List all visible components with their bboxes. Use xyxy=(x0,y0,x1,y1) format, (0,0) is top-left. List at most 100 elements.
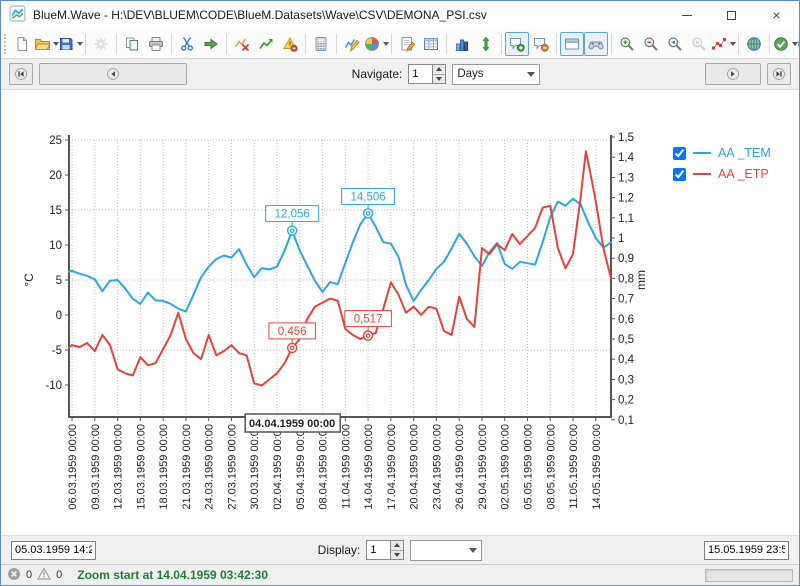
settings-button[interactable] xyxy=(89,32,113,56)
edit-series-button[interactable] xyxy=(395,32,419,56)
callout-label: 0,456 xyxy=(278,326,307,338)
zoom-previous-button[interactable] xyxy=(663,32,687,56)
zoom-extent-icon xyxy=(711,36,727,52)
y-tick-label-right: 0,2 xyxy=(618,395,634,407)
y-tick-label-right: 0,8 xyxy=(618,273,634,285)
nav-prev-button[interactable] xyxy=(39,63,187,85)
toolbar: ? xyxy=(1,29,799,59)
legend-checkbox-etp[interactable] xyxy=(673,168,686,181)
nav-next-button[interactable] xyxy=(705,63,761,85)
fit-vertical-button[interactable] xyxy=(474,32,498,56)
series-line-aa_tem[interactable] xyxy=(69,199,611,312)
chart-properties-button[interactable] xyxy=(340,32,364,56)
print-icon xyxy=(148,36,164,52)
callout-label: 0,517 xyxy=(354,314,383,326)
y-tick-label-left: 20 xyxy=(49,170,62,182)
toolbar-separator xyxy=(446,34,447,54)
chart-type-button[interactable] xyxy=(450,32,474,56)
chart-legend: AA _TEM AA _ETP xyxy=(673,146,771,181)
zoom-extent-button[interactable] xyxy=(711,32,735,56)
analysis-button[interactable] xyxy=(254,32,278,56)
cut-button[interactable] xyxy=(175,32,199,56)
analysis-chart-icon xyxy=(258,36,274,52)
toolbar-separator xyxy=(305,34,306,54)
maximize-button[interactable] xyxy=(709,1,754,29)
edit-document-icon xyxy=(399,36,415,52)
display-down-button[interactable] xyxy=(391,550,403,560)
close-button[interactable]: × xyxy=(754,1,799,29)
cut-scissors-icon xyxy=(179,36,195,52)
open-folder-icon xyxy=(34,36,50,52)
range-start-input[interactable] xyxy=(11,541,96,560)
callout-label: 12,056 xyxy=(275,209,310,221)
globe-button[interactable] xyxy=(742,32,766,56)
display-bar: Display: xyxy=(1,535,799,564)
toolbar-separator xyxy=(336,34,337,54)
x-tick-label: 30.03.1959 00:00 xyxy=(249,424,261,510)
x-tick-label: 11.04.1959 00:00 xyxy=(340,424,352,509)
delete-series-button[interactable] xyxy=(230,32,254,56)
legend-item-tem[interactable]: AA _TEM xyxy=(673,146,771,160)
chevron-down-icon xyxy=(527,72,535,77)
colors-button[interactable] xyxy=(364,32,388,56)
y-tick-label-left: -10 xyxy=(45,380,62,392)
range-end-input[interactable] xyxy=(704,541,789,560)
zoom-out-button[interactable] xyxy=(639,32,663,56)
zoom-next-button[interactable] xyxy=(687,32,711,56)
display-up-button[interactable] xyxy=(391,541,403,550)
calculator-icon xyxy=(313,36,329,52)
settings-gear-icon xyxy=(93,36,109,52)
legend-item-etp[interactable]: AA _ETP xyxy=(673,167,771,181)
warnings-button[interactable] xyxy=(278,32,302,56)
y-tick-label-left: 5 xyxy=(56,275,62,287)
bubble-add-icon xyxy=(509,36,525,52)
toolbar-separator xyxy=(116,34,117,54)
data-point-marker[interactable] xyxy=(288,226,297,235)
data-point-marker[interactable] xyxy=(364,331,373,340)
display-stepper xyxy=(366,540,404,560)
save-button[interactable] xyxy=(58,32,82,56)
status-bar: 0 0 Zoom start at 14.04.1959 03:42:30 xyxy=(1,564,799,585)
zoom-in-button[interactable] xyxy=(615,32,639,56)
chevron-down-icon xyxy=(469,548,477,553)
apply-button[interactable] xyxy=(773,32,797,56)
navigate-unit-select[interactable]: Days xyxy=(452,64,540,85)
navigate-down-button[interactable] xyxy=(433,74,445,84)
toolbar-separator xyxy=(501,34,502,54)
navigate-up-button[interactable] xyxy=(433,65,445,74)
warning-icon xyxy=(37,567,51,584)
x-tick-label: 18.03.1959 00:00 xyxy=(158,424,170,510)
data-point-marker[interactable] xyxy=(364,209,373,218)
minimize-button[interactable] xyxy=(664,1,709,29)
annotation-remove-button[interactable] xyxy=(529,32,553,56)
copy-button[interactable] xyxy=(120,32,144,56)
print-button[interactable] xyxy=(144,32,168,56)
y-tick-label-left: 25 xyxy=(49,135,62,147)
display-unit-select[interactable] xyxy=(410,540,482,561)
nav-first-button[interactable] xyxy=(9,63,33,85)
toolbar-separator xyxy=(171,34,172,54)
annotation-add-button[interactable] xyxy=(505,32,529,56)
open-button[interactable] xyxy=(34,32,58,56)
right-axis-unit-label: mm xyxy=(634,270,648,290)
new-button[interactable] xyxy=(10,32,34,56)
import-button[interactable] xyxy=(199,32,223,56)
error-icon xyxy=(7,567,21,584)
overview-panel-button[interactable] xyxy=(560,32,584,56)
legend-checkbox-tem[interactable] xyxy=(673,147,686,160)
navigate-input[interactable] xyxy=(408,64,432,84)
toolbar-separator xyxy=(85,34,86,54)
table-view-button[interactable] xyxy=(419,32,443,56)
pan-mode-button[interactable] xyxy=(584,32,608,56)
help-icon: ? xyxy=(797,36,800,52)
data-point-marker[interactable] xyxy=(288,343,297,352)
display-input[interactable] xyxy=(366,540,390,560)
copy-icon xyxy=(124,36,140,52)
y-tick-label-right: 1,5 xyxy=(618,132,634,144)
x-tick-label: 21.03.1959 00:00 xyxy=(181,424,193,510)
nav-last-button[interactable] xyxy=(767,63,791,85)
calculator-button[interactable] xyxy=(309,32,333,56)
dropdown-arrow-icon xyxy=(383,42,389,46)
x-tick-label: 14.05.1959 00:00 xyxy=(591,424,603,510)
window-title: BlueM.Wave - H:\DEV\BLUEM\CODE\BlueM.Dat… xyxy=(33,8,657,22)
